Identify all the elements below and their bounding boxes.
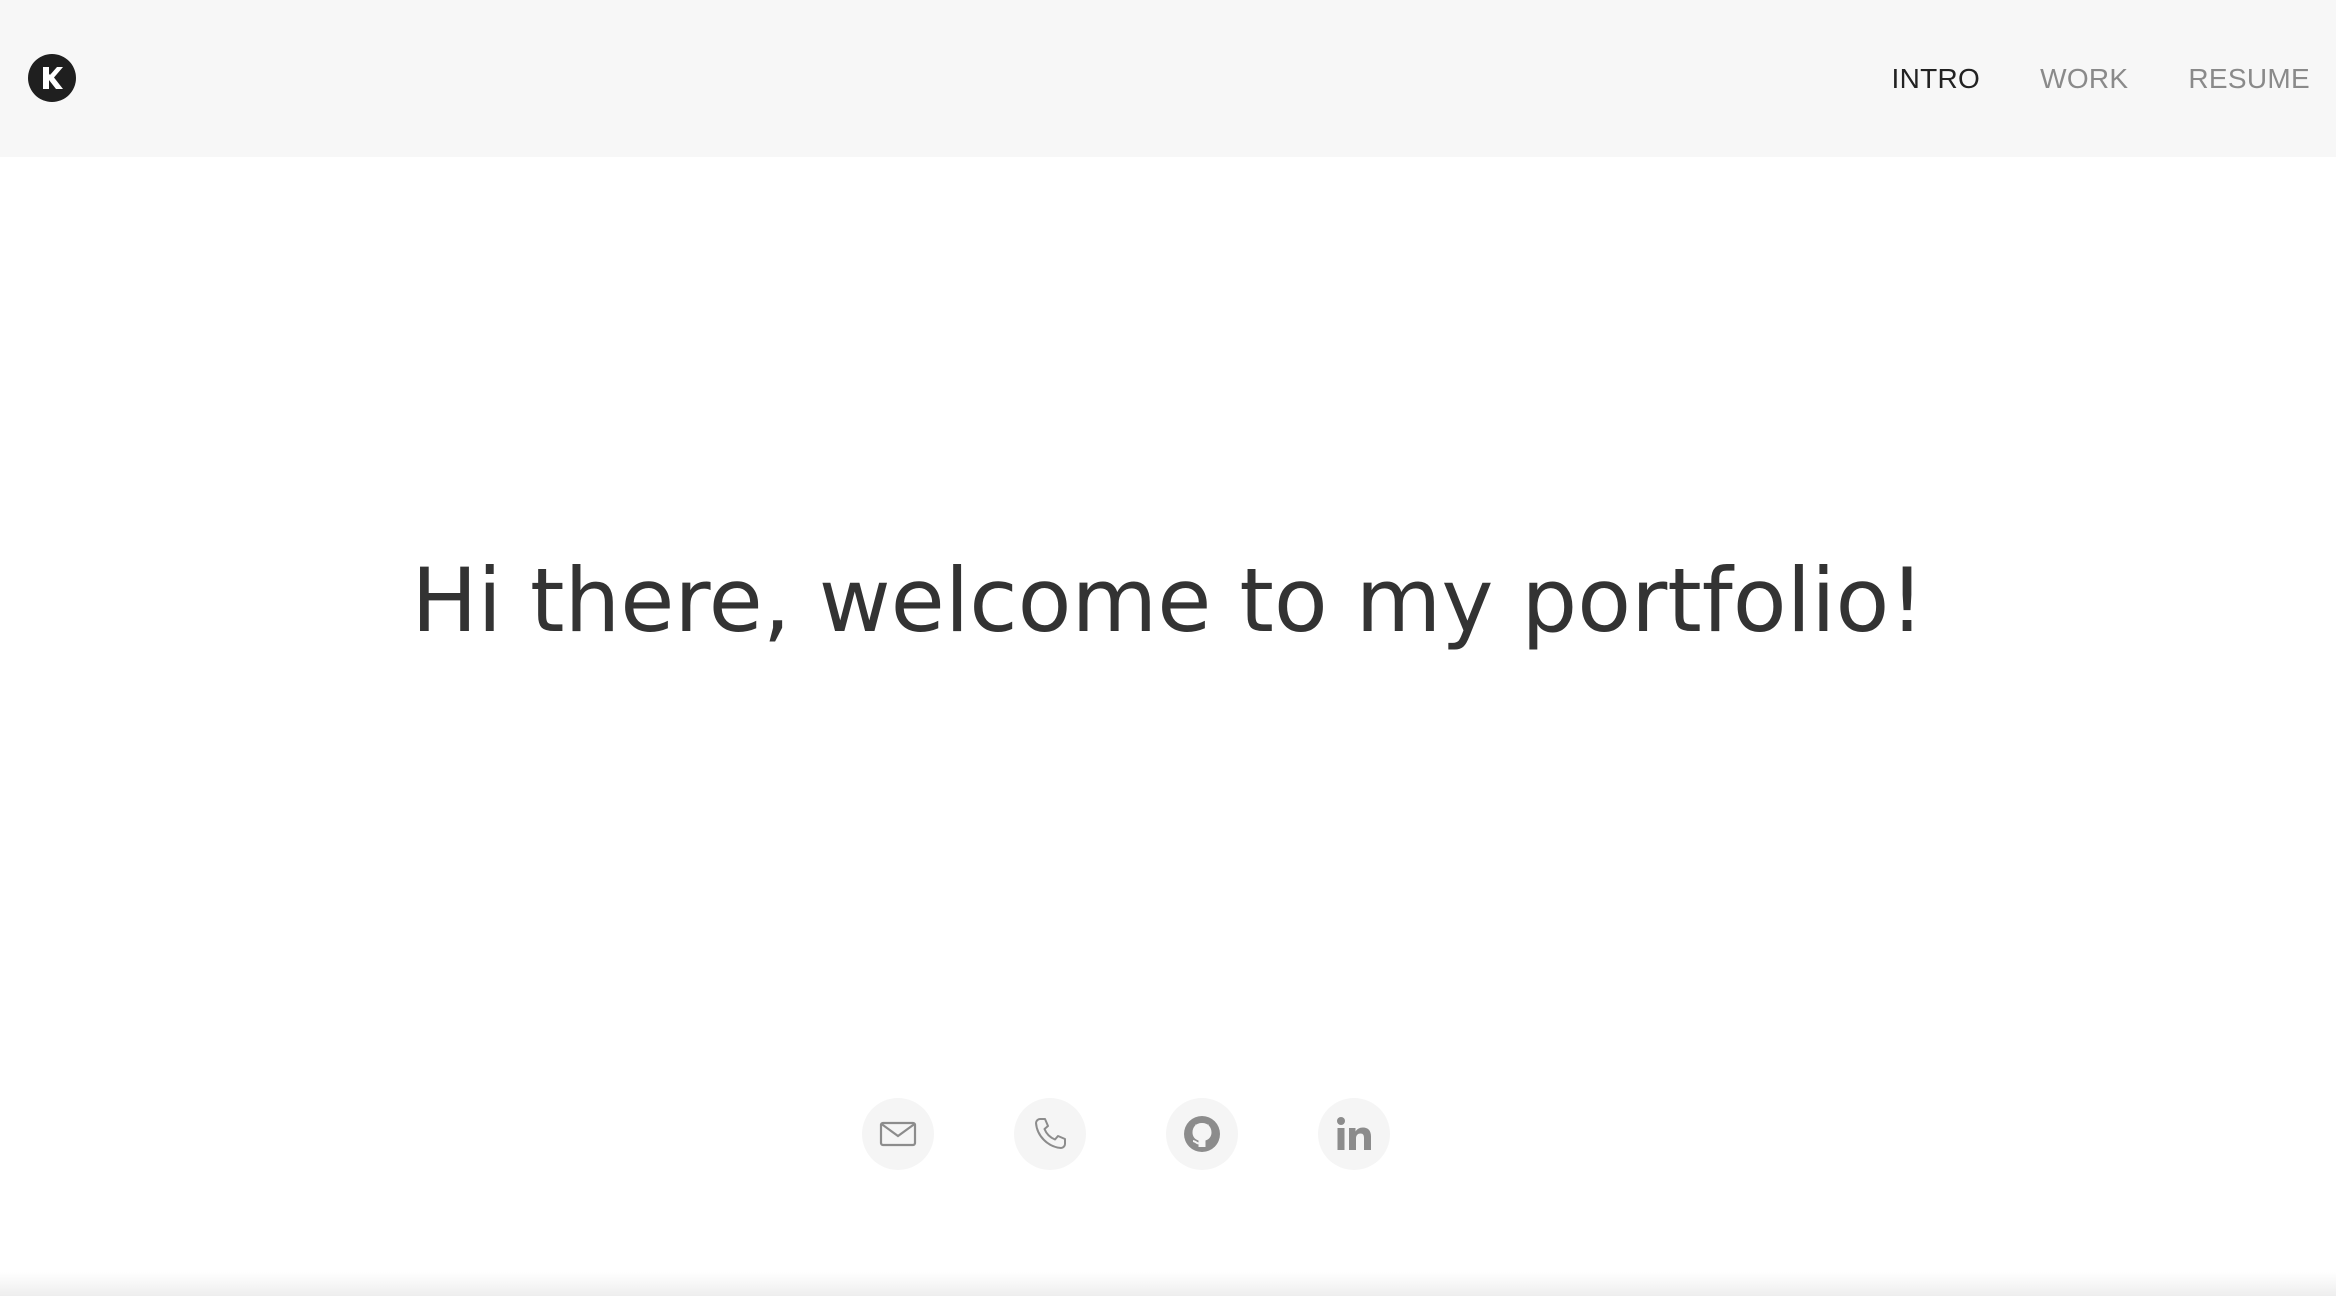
nav-resume-link[interactable]: RESUME (2188, 64, 2310, 93)
bottom-shadow (0, 1272, 2336, 1296)
social-links (862, 1098, 1390, 1170)
linkedin-button[interactable] (1318, 1098, 1390, 1170)
top-navbar: INTRO WORK RESUME (0, 0, 2336, 157)
main-nav: INTRO WORK RESUME (1891, 0, 2310, 157)
mail-icon (879, 1120, 917, 1148)
phone-icon (1031, 1115, 1069, 1153)
github-button[interactable] (1166, 1098, 1238, 1170)
email-button[interactable] (862, 1098, 934, 1170)
portfolio-page: INTRO WORK RESUME Hi there, welcome to m… (0, 0, 2336, 1296)
nav-work-link[interactable]: WORK (2040, 64, 2128, 93)
nav-intro-link[interactable]: INTRO (1891, 64, 1980, 93)
hero-headline: Hi there, welcome to my portfolio! (411, 549, 1925, 652)
k-logo-icon[interactable] (28, 54, 76, 102)
linkedin-icon (1335, 1116, 1373, 1152)
github-icon (1182, 1114, 1222, 1154)
phone-button[interactable] (1014, 1098, 1086, 1170)
